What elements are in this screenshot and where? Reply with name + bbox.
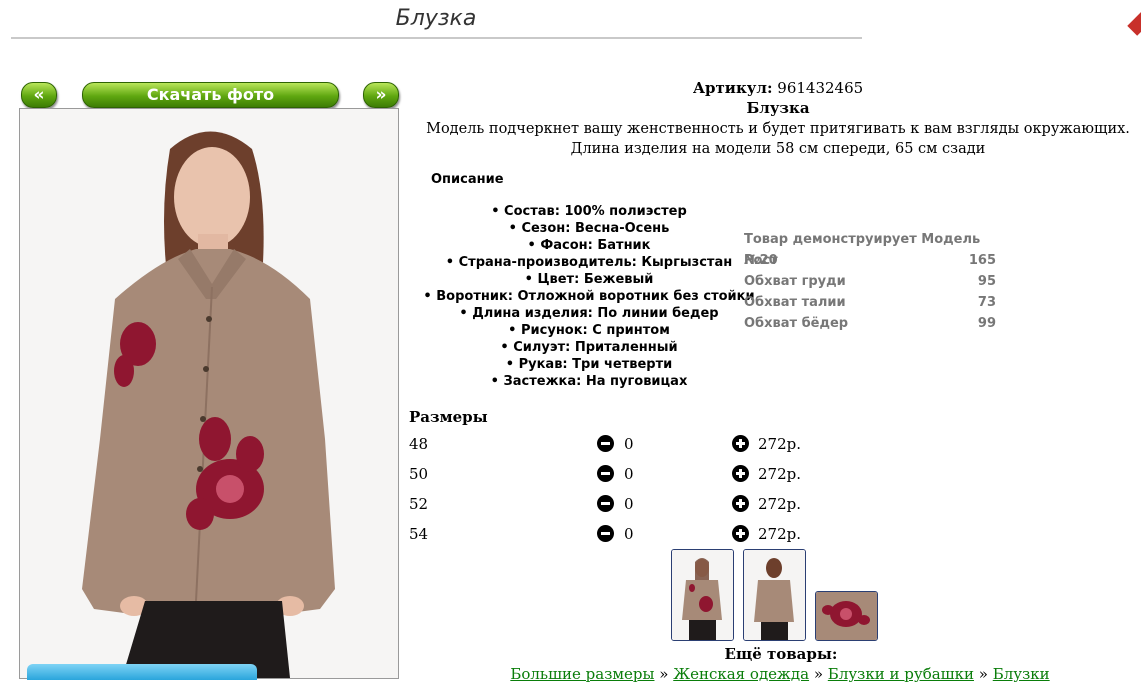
thumbnail-back-image: [744, 550, 805, 640]
model-photo-illustration: [20, 109, 398, 678]
sizes-heading: Размеры: [409, 408, 488, 426]
breadcrumb-link-womens-clothing[interactable]: Женская одежда: [673, 665, 809, 683]
size-row: 54 0 272р.: [409, 525, 809, 547]
spec-list: Состав: 100% полиэстер Сезон: Весна-Осен…: [418, 203, 760, 390]
minus-icon[interactable]: [597, 525, 614, 542]
quantity-value: 0: [624, 465, 634, 483]
quantity-value: 0: [624, 435, 634, 453]
model-row-label: Обхват талии: [744, 295, 846, 310]
model-row: Обхват груди 95: [744, 271, 996, 292]
price-value: 272р.: [758, 465, 802, 483]
breadcrumb: Большие размеры » Женская одежда » Блузк…: [470, 665, 1090, 683]
size-row: 52 0 272р.: [409, 495, 809, 517]
model-row-value: 95: [977, 274, 996, 289]
model-title-text: Товар демонструирует Модель №20: [744, 232, 981, 268]
spec-item: Рисунок: С принтом: [418, 322, 760, 339]
size-value: 50: [409, 465, 429, 483]
prev-photo-button[interactable]: «: [21, 82, 57, 108]
model-row: Обхват бёдер 99: [744, 313, 996, 334]
photo-scroll-bar[interactable]: [27, 664, 257, 680]
model-row-label: Рост: [744, 253, 778, 268]
size-value: 52: [409, 495, 429, 513]
download-photo-button[interactable]: Скачать фото: [82, 82, 339, 108]
price-value: 272р.: [758, 525, 802, 543]
description-heading: Описание: [431, 172, 504, 187]
breadcrumb-link-blouses-shirts[interactable]: Блузки и рубашки: [828, 665, 974, 683]
spec-item: Фасон: Батник: [418, 237, 760, 254]
breadcrumb-link-blouses[interactable]: Блузки: [993, 665, 1050, 683]
plus-icon[interactable]: [732, 435, 749, 452]
thumbnail-front-image: [672, 550, 733, 640]
price-value: 272р.: [758, 495, 802, 513]
quantity-value: 0: [624, 525, 634, 543]
model-row-label: Обхват груди: [744, 274, 846, 289]
spec-item: Страна-производитель: Кыргызстан: [418, 254, 760, 271]
article-label: Артикул:: [692, 79, 773, 97]
plus-icon[interactable]: [732, 525, 749, 542]
close-icon[interactable]: [1127, 10, 1141, 36]
model-row: Обхват талии 73: [744, 292, 996, 313]
spec-item: Цвет: Бежевый: [418, 271, 760, 288]
plus-icon[interactable]: [732, 495, 749, 512]
thumbnail-back[interactable]: [743, 549, 806, 641]
main-product-photo[interactable]: [19, 108, 399, 679]
spec-item: Застежка: На пуговицах: [418, 373, 760, 390]
size-row: 48 0 272р.: [409, 435, 809, 457]
spec-item: Рукав: Три четверти: [418, 356, 760, 373]
price-value: 272р.: [758, 435, 802, 453]
quantity-value: 0: [624, 495, 634, 513]
model-title: Товар демонструирует Модель №20: [744, 229, 996, 268]
thumbnail-front[interactable]: [671, 549, 734, 641]
article-number: 961432465: [777, 79, 864, 97]
spec-item: Воротник: Отложной воротник без стойки: [418, 288, 760, 305]
size-value: 54: [409, 525, 429, 543]
spec-item: Сезон: Весна-Осень: [418, 220, 760, 237]
model-info: Товар демонструирует Модель №20 Рост 165 …: [744, 229, 996, 334]
thumbnail-detail-image: [816, 592, 877, 640]
model-row-value: 73: [977, 295, 996, 310]
breadcrumb-separator: »: [978, 665, 988, 683]
spec-item: Силуэт: Приталенный: [418, 339, 760, 356]
size-value: 48: [409, 435, 429, 453]
product-description: Модель подчеркнет вашу женственность и б…: [426, 121, 1130, 157]
minus-icon[interactable]: [597, 465, 614, 482]
page-title: Блузка: [395, 6, 477, 31]
breadcrumb-separator: »: [813, 665, 824, 683]
model-row-label: Обхват бёдер: [744, 316, 849, 331]
more-products-heading: Ещё товары:: [724, 645, 838, 663]
spec-item: Состав: 100% полиэстер: [418, 203, 760, 220]
breadcrumb-link-large-sizes[interactable]: Большие размеры: [510, 665, 654, 683]
minus-icon[interactable]: [597, 435, 614, 452]
size-row: 50 0 272р.: [409, 465, 809, 487]
spec-item: Длина изделия: По линии бедер: [418, 305, 760, 322]
model-row-value: 99: [977, 316, 996, 331]
plus-icon[interactable]: [732, 465, 749, 482]
model-row: Рост 165: [744, 250, 996, 271]
article-line: Артикул: 961432465: [407, 79, 1141, 97]
thumbnail-detail[interactable]: [815, 591, 878, 641]
product-name: Блузка: [746, 99, 810, 117]
next-photo-button[interactable]: »: [363, 82, 399, 108]
minus-icon[interactable]: [597, 495, 614, 512]
model-row-value: 165: [968, 253, 996, 268]
title-divider: [11, 37, 862, 39]
breadcrumb-separator: »: [659, 665, 669, 683]
